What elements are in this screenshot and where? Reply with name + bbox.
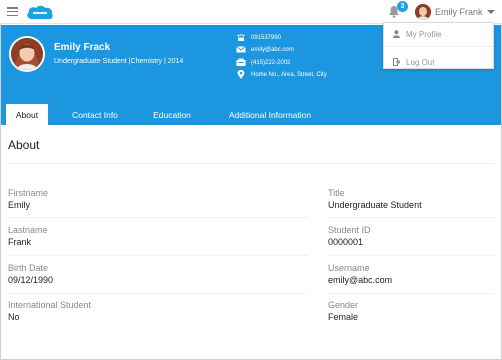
address-value: Home No., Area, Street, City <box>251 71 327 78</box>
field-value: emily@abc.com <box>328 275 393 285</box>
field-label: Username <box>328 263 370 273</box>
section-divider <box>8 163 494 164</box>
field-lastname: Lastname Frank <box>8 225 168 249</box>
profile-name: Emily Frack <box>54 42 111 53</box>
fax-icon <box>236 58 246 66</box>
contact-fax: (415)222-2002 <box>236 58 290 67</box>
top-bar: 3 Emily Frank <box>0 0 502 24</box>
field-value: Undergraduate Student <box>328 200 422 210</box>
field-gender: Gender Female <box>328 300 488 324</box>
chevron-down-icon <box>486 10 495 14</box>
row-divider <box>8 293 308 294</box>
field-label: Lastname <box>8 225 48 235</box>
field-label: Title <box>328 188 345 198</box>
tab-education[interactable]: Education <box>142 104 202 125</box>
person-icon <box>393 30 400 38</box>
field-international-student: International Student No <box>8 300 168 324</box>
phone-value: 091537990 <box>251 34 282 41</box>
field-birth-date: Birth Date 09/12/1990 <box>8 263 168 287</box>
fax-value: (415)222-2002 <box>251 59 291 66</box>
contact-email: emily@abc.com <box>236 45 294 54</box>
profile-tabs: About Contact Info Education Additional … <box>1 102 501 125</box>
menu-item-label: My Profile <box>406 29 442 39</box>
field-label: Student ID <box>328 225 371 235</box>
field-label: International Student <box>8 300 92 310</box>
logout-icon <box>393 58 400 66</box>
field-value: Emily <box>8 200 30 210</box>
contact-phone: 091537990 <box>236 33 281 42</box>
field-title: Title Undergraduate Student <box>328 188 488 212</box>
row-divider <box>328 217 494 218</box>
profile-avatar <box>9 36 45 72</box>
row-divider <box>328 255 494 256</box>
row-divider <box>8 255 308 256</box>
tab-additional-information[interactable]: Additional Information <box>214 104 326 125</box>
field-label: Gender <box>328 300 359 310</box>
user-avatar <box>415 4 431 20</box>
notification-badge[interactable]: 3 <box>397 1 408 12</box>
field-value: Female <box>328 312 359 322</box>
user-name-label: Emily Frank <box>435 7 483 17</box>
field-label: Firstname <box>8 188 49 198</box>
field-username: Username emily@abc.com <box>328 263 488 287</box>
tab-about[interactable]: About <box>6 104 48 125</box>
field-student-id: Student ID 0000001 <box>328 225 488 249</box>
field-value: Frank <box>8 237 32 247</box>
field-value: 09/12/1990 <box>8 275 54 285</box>
contact-address: Home No., Area, Street, City <box>236 70 327 79</box>
menu-item-label: Log Out <box>406 57 435 67</box>
hamburger-menu-icon[interactable] <box>7 7 18 17</box>
field-firstname: Firstname Emily <box>8 188 168 212</box>
phone-icon <box>237 34 245 41</box>
menu-item-log-out[interactable]: Log Out <box>393 56 434 68</box>
map-pin-icon <box>237 70 245 79</box>
tab-contact-info[interactable]: Contact Info <box>58 104 132 125</box>
section-title: About <box>8 138 40 152</box>
menu-divider <box>384 46 493 47</box>
envelope-icon <box>236 46 246 53</box>
row-divider <box>328 293 494 294</box>
email-value: emily@abc.com <box>251 46 294 53</box>
salesforce-logo <box>27 5 53 20</box>
profile-subtitle: Undergraduate Student |Chemistry | 2014 <box>54 58 184 65</box>
user-dropdown-menu: My Profile Log Out <box>383 22 494 69</box>
menu-item-my-profile[interactable]: My Profile <box>393 28 442 40</box>
field-value: 0000001 <box>328 237 364 247</box>
field-value: No <box>8 312 20 322</box>
user-menu-toggle[interactable]: Emily Frank <box>415 3 495 21</box>
field-label: Birth Date <box>8 263 49 273</box>
row-divider <box>8 217 308 218</box>
